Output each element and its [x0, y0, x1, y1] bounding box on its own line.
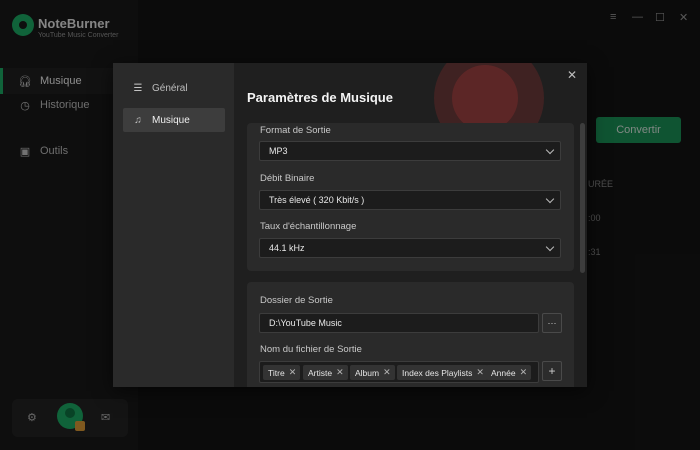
sliders-icon: ☰ [133, 82, 143, 94]
tag-label: Album [355, 367, 380, 378]
output-folder-label: Dossier de Sortie [260, 295, 333, 306]
bitrate-value: Très élevé ( 320 Kbit/s ) [269, 195, 365, 205]
tag-label: Artiste [308, 367, 333, 378]
output-format-select[interactable]: MP3 [259, 141, 561, 161]
tag-label: Titre [268, 367, 285, 378]
settings-nav: ☰ Général ♫ Musique [113, 63, 234, 387]
tag-annee[interactable]: Année ✕ [486, 365, 532, 380]
output-settings-card: Dossier de Sortie D:\YouTube Music ··· N… [247, 282, 574, 387]
remove-tag-icon[interactable]: ✕ [336, 367, 344, 378]
settings-nav-general[interactable]: ☰ Général [123, 76, 225, 100]
bitrate-label: Débit Binaire [260, 173, 315, 184]
sample-rate-select[interactable]: 44.1 kHz [259, 238, 561, 258]
sample-rate-label: Taux d'échantillonnage [260, 221, 357, 232]
tag-artiste[interactable]: Artiste ✕ [303, 365, 348, 380]
settings-nav-label: Général [152, 82, 188, 94]
output-format-value: MP3 [269, 146, 288, 156]
bitrate-select[interactable]: Très élevé ( 320 Kbit/s ) [259, 190, 561, 210]
file-name-tags[interactable]: Titre ✕ Artiste ✕ Album ✕ Index des Playlis… [259, 361, 539, 383]
close-icon[interactable]: ✕ [567, 68, 577, 82]
browse-folder-button[interactable]: ··· [542, 313, 562, 333]
settings-dialog: ☰ Général ♫ Musique Paramètres de Musiqu… [113, 63, 587, 387]
add-tag-button[interactable]: + [542, 361, 562, 381]
file-name-label: Nom du fichier de Sortie [260, 344, 362, 355]
dialog-title: Paramètres de Musique [247, 90, 393, 105]
tag-label: Index des Playlists [402, 367, 473, 378]
tag-album[interactable]: Album ✕ [350, 365, 395, 380]
tag-index-playlists[interactable]: Index des Playlists ✕ [397, 365, 488, 380]
audio-settings-card: Format de Sortie MP3 Débit Binaire Très … [247, 123, 574, 271]
tag-titre[interactable]: Titre ✕ [263, 365, 301, 380]
play-decoration-icon [452, 65, 518, 131]
chevron-down-icon [545, 145, 555, 155]
remove-tag-icon[interactable]: ✕ [476, 367, 484, 378]
settings-nav-label: Musique [152, 114, 190, 126]
sample-rate-value: 44.1 kHz [269, 243, 305, 253]
remove-tag-icon[interactable]: ✕ [383, 367, 391, 378]
music-note-icon: ♫ [134, 114, 142, 126]
remove-tag-icon[interactable]: ✕ [289, 367, 297, 378]
chevron-down-icon [545, 194, 555, 204]
output-format-label: Format de Sortie [260, 125, 331, 136]
tag-label: Année [491, 367, 516, 378]
settings-nav-musique[interactable]: ♫ Musique [123, 108, 225, 132]
settings-scrollbar[interactable] [580, 123, 585, 273]
output-folder-input[interactable]: D:\YouTube Music [259, 313, 539, 333]
settings-panel: Paramètres de Musique ✕ Format de Sortie… [234, 63, 587, 387]
chevron-down-icon [545, 242, 555, 252]
remove-tag-icon[interactable]: ✕ [520, 367, 528, 378]
